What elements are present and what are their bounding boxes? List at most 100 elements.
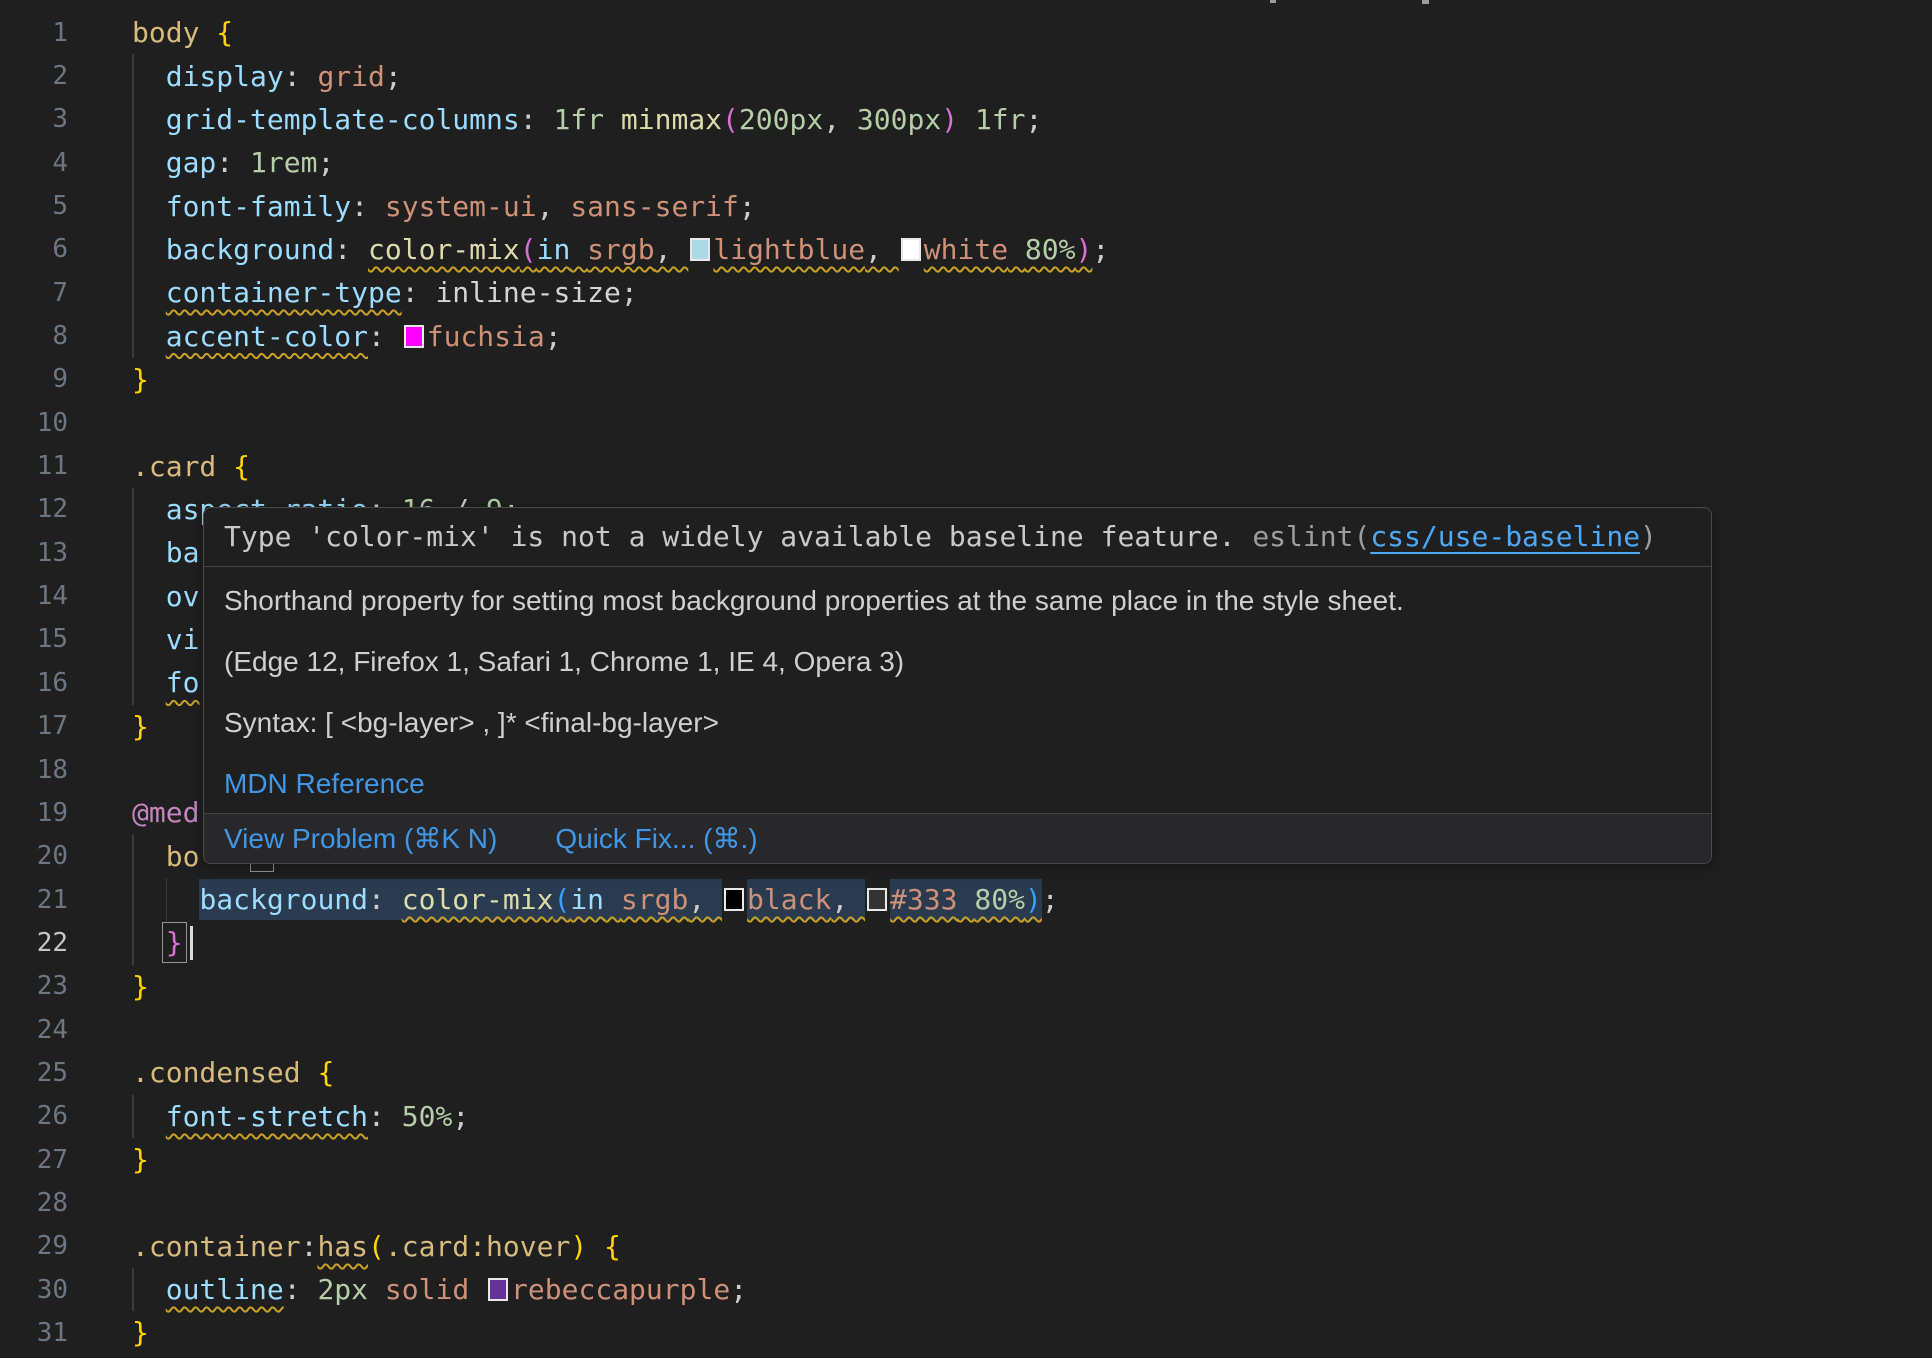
code-line-22[interactable]: 22 } <box>0 921 1932 964</box>
code-line-28[interactable]: 28 <box>0 1181 1932 1224</box>
code-line-11[interactable]: 11.card { <box>0 444 1932 487</box>
code-token: 1fr <box>975 103 1026 136</box>
code-token: fuchsia <box>427 320 545 353</box>
code-token <box>132 536 166 569</box>
code-token: ) <box>941 103 958 136</box>
quick-fix-action[interactable]: Quick Fix... (⌘.) <box>555 822 757 855</box>
code-line-5[interactable]: 5 font-family: system-ui, sans-serif; <box>0 184 1932 227</box>
code-line-25[interactable]: 25 .condensed { <box>0 1051 1932 1094</box>
eslint-rule-link[interactable]: css/use-baseline <box>1370 520 1640 553</box>
code-token: : <box>301 1230 318 1263</box>
code-token: grid-template-columns <box>166 103 520 136</box>
color-swatch-gray-333[interactable] <box>867 888 887 911</box>
code-line-2[interactable]: 2 display: grid; <box>0 54 1932 97</box>
code-token: container-type <box>166 276 402 309</box>
code-token <box>587 1230 604 1263</box>
line-number: 5 <box>0 191 68 221</box>
mdn-reference-link[interactable]: MDN Reference <box>224 768 425 799</box>
line-number: 8 <box>0 321 68 351</box>
color-swatch-black[interactable] <box>724 888 744 911</box>
code-token: @med <box>132 796 199 829</box>
line-number: 25 <box>0 1058 68 1088</box>
line-number: 3 <box>0 104 68 134</box>
code-token: srgb <box>587 233 654 266</box>
code-token <box>132 233 166 266</box>
code-token: black <box>747 879 831 920</box>
code-token: , <box>688 879 722 920</box>
code-line-21[interactable]: 21 background: color-mix(in srgb, black,… <box>0 878 1932 921</box>
code-line-content: body { <box>132 16 233 49</box>
code-line-content: background: color-mix(in srgb, black, #3… <box>132 879 1059 920</box>
line-number: 20 <box>0 841 68 871</box>
code-token: bo <box>166 840 200 873</box>
line-number: 23 <box>0 971 68 1001</box>
color-swatch-white[interactable] <box>901 238 921 261</box>
code-token: inline-size <box>435 276 620 309</box>
code-line-7[interactable]: 7 container-type: inline-size; <box>0 271 1932 314</box>
code-token: 2px <box>317 1273 368 1306</box>
code-line-23[interactable]: 23} <box>0 965 1932 1008</box>
code-line-24[interactable]: 24 <box>0 1008 1932 1051</box>
code-token: font-stretch <box>166 1100 368 1133</box>
text-cursor <box>190 926 193 960</box>
code-token: } <box>132 1143 149 1176</box>
code-token <box>132 146 166 179</box>
code-token: ba <box>166 536 200 569</box>
line-number: 6 <box>0 234 68 264</box>
code-token: : <box>216 146 250 179</box>
code-line-31[interactable]: 31} <box>0 1311 1932 1354</box>
code-line-8[interactable]: 8 accent-color: fuchsia; <box>0 314 1932 357</box>
code-line-content: } <box>132 363 149 396</box>
code-token: ) <box>1076 233 1093 266</box>
code-token: ( <box>722 103 739 136</box>
code-line-content: gap: 1rem; <box>132 146 334 179</box>
code-token: display <box>166 60 284 93</box>
code-line-29[interactable]: 29.container:has(.card:hover) { <box>0 1225 1932 1268</box>
tooltip-action-bar: View Problem (⌘K N) Quick Fix... (⌘.) <box>204 814 1711 863</box>
code-line-26[interactable]: 26 font-stretch: 50%; <box>0 1095 1932 1138</box>
code-line-9[interactable]: 9} <box>0 358 1932 401</box>
code-token: 50% <box>402 1100 453 1133</box>
code-token: ; <box>739 190 756 223</box>
code-token: : <box>520 103 554 136</box>
matched-bracket: } <box>166 926 183 959</box>
code-line-1[interactable]: 1body { <box>0 11 1932 54</box>
code-line-6[interactable]: 6 background: color-mix(in srgb, lightbl… <box>0 228 1932 271</box>
code-line-3[interactable]: 3 grid-template-columns: 1fr minmax(200p… <box>0 98 1932 141</box>
code-token: color-mix <box>402 879 554 920</box>
code-token: .container <box>132 1230 301 1263</box>
code-line-content: accent-color: fuchsia; <box>132 320 562 353</box>
code-token: : <box>284 1273 318 1306</box>
code-line-content: grid-template-columns: 1fr minmax(200px,… <box>132 103 1042 136</box>
code-token <box>604 879 621 920</box>
code-token: white <box>924 233 1008 266</box>
color-swatch-lightblue[interactable] <box>690 238 710 261</box>
code-token: { <box>233 450 250 483</box>
code-line-content: font-stretch: 50%; <box>132 1100 469 1133</box>
code-token: } <box>132 970 149 1003</box>
code-line-4[interactable]: 4 gap: 1rem; <box>0 141 1932 184</box>
code-line-27[interactable]: 27} <box>0 1138 1932 1181</box>
code-token: } <box>132 710 149 743</box>
code-line-content: fo <box>132 666 199 699</box>
code-token <box>132 60 166 93</box>
code-line-content: bo <box>132 840 199 873</box>
code-token: ; <box>730 1273 747 1306</box>
code-token: 1fr <box>553 103 604 136</box>
color-swatch-rebeccapurple[interactable] <box>488 1278 508 1301</box>
code-line-10[interactable]: 10 <box>0 401 1932 444</box>
code-token: ) <box>1025 879 1042 920</box>
code-token: .card <box>132 450 233 483</box>
tooltip-docs: Shorthand property for setting most back… <box>204 567 1711 813</box>
code-token: outline <box>166 1273 284 1306</box>
view-problem-action[interactable]: View Problem (⌘K N) <box>224 822 497 855</box>
code-token: vi <box>166 623 200 656</box>
color-swatch-fuchsia[interactable] <box>404 325 424 348</box>
code-token <box>132 666 166 699</box>
code-token: has <box>317 1230 368 1263</box>
code-line-30[interactable]: 30 outline: 2px solid rebeccapurple; <box>0 1268 1932 1311</box>
code-token: lightblue <box>713 233 865 266</box>
code-token <box>570 233 587 266</box>
line-number: 27 <box>0 1145 68 1175</box>
code-line-content: .condensed { <box>132 1056 334 1089</box>
